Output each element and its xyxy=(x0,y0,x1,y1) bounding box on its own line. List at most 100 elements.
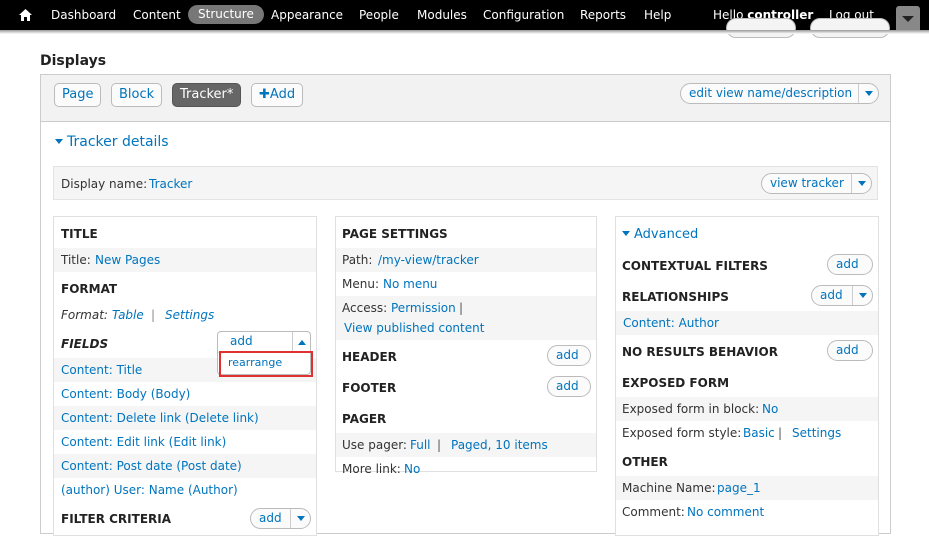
relationships-add-button[interactable]: add xyxy=(811,285,873,306)
display-name-value[interactable]: Tracker xyxy=(149,177,192,191)
display-tabs-bar: Page Block Tracker* ✚Add edit view name/… xyxy=(41,75,890,122)
toolbar-configuration[interactable]: Configuration xyxy=(483,0,564,30)
tracker-details-toggle[interactable]: Tracker details xyxy=(55,134,169,150)
field-link[interactable]: (author) User: Name (Author) xyxy=(61,483,238,497)
separator: | xyxy=(151,308,156,322)
edit-view-button[interactable]: edit view name/description xyxy=(680,83,879,104)
format-value[interactable]: Table xyxy=(112,308,144,322)
advanced-toggle[interactable]: Advanced xyxy=(622,227,698,242)
section-title: Tracker details xyxy=(67,134,169,150)
exposed-block-label: Exposed form in block: xyxy=(622,402,760,416)
toolbar-people[interactable]: People xyxy=(359,0,399,30)
toolbar-shadow xyxy=(0,30,929,34)
field-row[interactable]: Content: Delete link (Delete link) xyxy=(54,406,316,430)
tab-block[interactable]: Block xyxy=(111,83,163,107)
exposed-form-header: EXPOSED FORM xyxy=(622,376,730,390)
field-row[interactable]: (author) User: Name (Author) xyxy=(54,478,316,502)
field-link[interactable]: Content: Body (Body) xyxy=(61,387,190,401)
exposed-block-value[interactable]: No xyxy=(762,402,778,416)
machine-name-row[interactable]: Machine Name: page_1 xyxy=(616,476,878,500)
chevron-down-icon[interactable] xyxy=(851,174,871,193)
field-row[interactable]: Content: Body (Body) xyxy=(54,382,316,406)
header-section-header: HEADER xyxy=(342,350,397,364)
toolbar-toggle-icon[interactable] xyxy=(896,6,920,30)
menu-value[interactable]: No menu xyxy=(383,277,437,291)
highlight-box xyxy=(219,351,313,377)
field-link[interactable]: Content: Edit link (Edit link) xyxy=(61,435,226,449)
comment-label: Comment: xyxy=(622,505,685,519)
tab-tracker[interactable]: Tracker* xyxy=(172,83,242,107)
use-pager-value[interactable]: Full xyxy=(410,438,431,452)
chevron-down-icon[interactable] xyxy=(852,286,872,305)
edit-view-label: edit view name/description xyxy=(689,86,853,100)
display-name-label: Display name: xyxy=(61,177,148,191)
pager-header: PAGER xyxy=(342,412,387,426)
toolbar-dashboard[interactable]: Dashboard xyxy=(51,0,116,30)
toolbar-appearance[interactable]: Appearance xyxy=(271,0,343,30)
contextual-add-button[interactable]: add xyxy=(827,254,873,275)
display-name-bar: Display name: Tracker view tracker xyxy=(53,166,878,200)
toolbar-reports[interactable]: Reports xyxy=(580,0,626,30)
plus-icon: ✚ xyxy=(259,87,270,102)
exposed-style-value[interactable]: Basic xyxy=(743,426,775,440)
home-icon[interactable] xyxy=(19,9,32,21)
chevron-down-icon[interactable] xyxy=(290,509,310,528)
menu-label: Menu: xyxy=(342,277,379,291)
fields-add-link[interactable]: add xyxy=(230,334,253,348)
toolbar-help[interactable]: Help xyxy=(644,0,671,30)
chevron-down-icon[interactable] xyxy=(858,84,878,103)
toolbar-structure[interactable]: Structure xyxy=(188,5,264,24)
exposed-style-row[interactable]: Exposed form style: Basic | Settings xyxy=(616,421,878,445)
paged-value[interactable]: Paged, 10 items xyxy=(451,438,548,452)
no-results-header: NO RESULTS BEHAVIOR xyxy=(622,345,778,359)
footer-add-button[interactable]: add xyxy=(547,376,591,397)
comment-row[interactable]: Comment: No comment xyxy=(616,500,878,524)
advanced-label: Advanced xyxy=(634,227,699,242)
menu-row[interactable]: Menu: No menu xyxy=(336,272,596,296)
field-link[interactable]: Content: Delete link (Delete link) xyxy=(61,411,259,425)
displays-panel: Page Block Tracker* ✚Add edit view name/… xyxy=(40,74,891,536)
comment-value[interactable]: No comment xyxy=(687,505,764,519)
title-value[interactable]: New Pages xyxy=(95,253,160,267)
format-row: Format: Table | Settings xyxy=(54,303,316,327)
separator: | xyxy=(778,426,783,440)
path-label: Path: xyxy=(342,253,373,267)
format-header: FORMAT xyxy=(61,282,118,296)
view-tracker-label: view tracker xyxy=(770,176,844,190)
add-display-button[interactable]: ✚Add xyxy=(251,83,304,107)
field-row[interactable]: Content: Edit link (Edit link) xyxy=(54,430,316,454)
title-row[interactable]: Title: New Pages xyxy=(54,248,316,272)
format-settings[interactable]: Settings xyxy=(165,308,214,322)
tab-page[interactable]: Page xyxy=(54,83,102,107)
column-second: PAGE SETTINGS Path: /my-view/tracker Men… xyxy=(335,216,597,476)
machine-name-label: Machine Name: xyxy=(622,481,716,495)
machine-name-value[interactable]: page_1 xyxy=(717,481,761,495)
field-link[interactable]: Content: Title xyxy=(61,363,142,377)
field-row[interactable]: Content: Post date (Post date) xyxy=(54,454,316,478)
exposed-block-row[interactable]: Exposed form in block: No xyxy=(616,397,878,421)
view-published-link[interactable]: View published content xyxy=(344,321,484,335)
relationship-row[interactable]: Content: Author xyxy=(616,311,878,335)
more-link-row[interactable]: More link: No xyxy=(336,457,596,481)
filter-add-button[interactable]: add xyxy=(250,508,311,529)
path-row[interactable]: Path: /my-view/tracker xyxy=(336,248,596,272)
more-link-value[interactable]: No xyxy=(404,462,420,476)
other-header: OTHER xyxy=(622,455,668,469)
view-tracker-button[interactable]: view tracker xyxy=(761,173,872,194)
no-results-add-button[interactable]: add xyxy=(827,340,873,361)
access-label: Access: xyxy=(342,301,388,315)
toolbar-content[interactable]: Content xyxy=(133,0,181,30)
use-pager-row[interactable]: Use pager: Full | Paged, 10 items xyxy=(336,433,596,457)
header-add-button[interactable]: add xyxy=(547,345,591,366)
chevron-up-icon[interactable] xyxy=(292,332,311,352)
access-row[interactable]: Access: Permission | View published cont… xyxy=(336,296,596,340)
access-value[interactable]: Permission xyxy=(391,301,456,315)
page-settings-header: PAGE SETTINGS xyxy=(342,227,448,241)
field-link[interactable]: Content: Post date (Post date) xyxy=(61,459,242,473)
relationship-link[interactable]: Content: Author xyxy=(623,316,719,330)
toolbar-modules[interactable]: Modules xyxy=(417,0,467,30)
title-header: TITLE xyxy=(61,227,98,241)
path-value[interactable]: /my-view/tracker xyxy=(378,253,479,267)
use-pager-label: Use pager: xyxy=(342,438,407,452)
exposed-style-settings[interactable]: Settings xyxy=(792,426,841,440)
